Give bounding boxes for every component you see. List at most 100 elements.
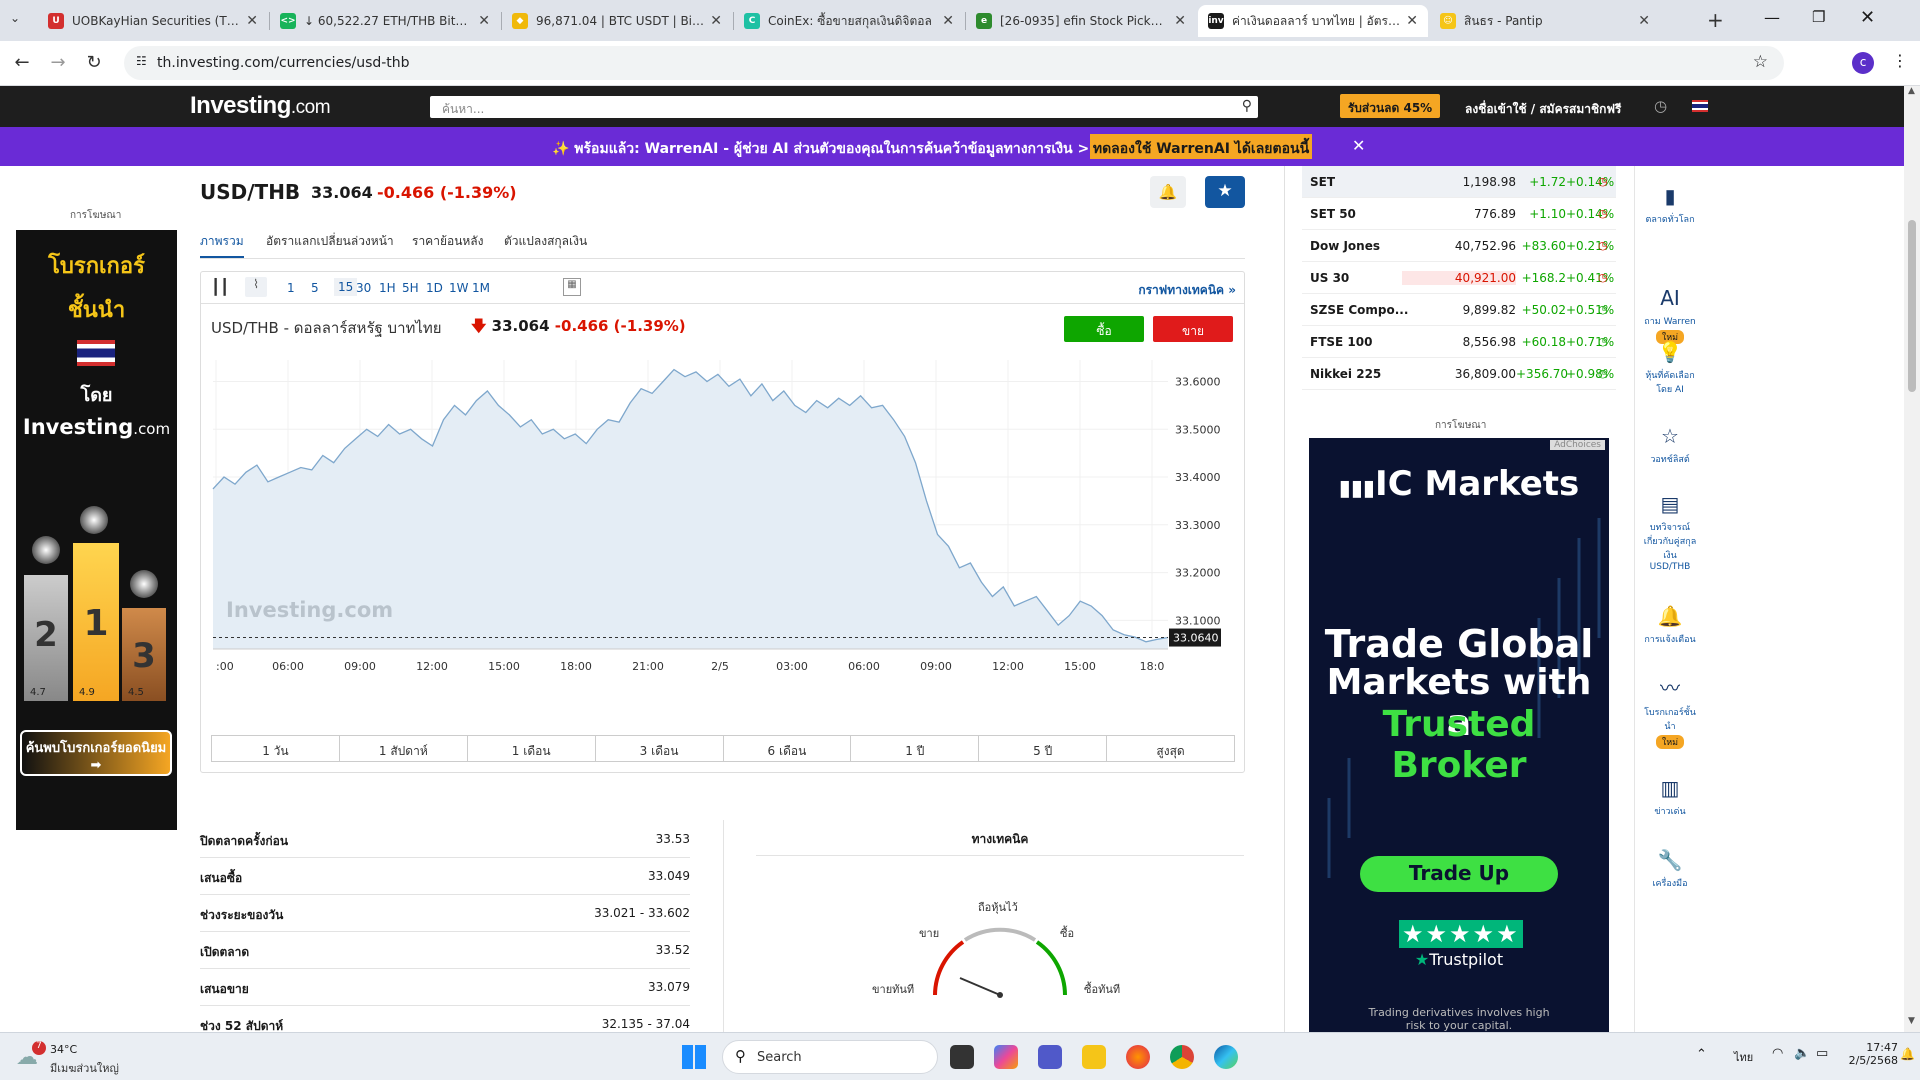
market-name[interactable]: FTSE 100 [1310, 335, 1372, 349]
url-field[interactable]: ☷ th.investing.com/currencies/usd-thb ☆ [124, 46, 1784, 80]
technical-chart-link[interactable]: กราฟทางเทคนิค » [1138, 281, 1236, 300]
sidebar-item[interactable]: ▮ ตลาดทั่วโลก [1635, 184, 1705, 226]
market-row[interactable]: SET 1,198.98 +1.72 +0.14% ◷ [1302, 166, 1616, 198]
clock[interactable]: 17:47 2/5/2568 [1822, 1041, 1898, 1067]
ad-cta-button[interactable]: ค้นพบโบรกเกอร์ยอดนิยม ➡ [20, 730, 172, 776]
reload-button[interactable]: ↻ [82, 52, 106, 73]
interval-1W[interactable]: 1W [449, 281, 469, 295]
scroll-down-arrow[interactable]: ▼ [1908, 1016, 1915, 1026]
volume-icon[interactable]: 🔈 [1794, 1046, 1810, 1061]
range-button[interactable]: 6 เดือน [724, 736, 852, 761]
sell-button[interactable]: ขาย [1153, 316, 1233, 342]
range-button[interactable]: 1 ปี [851, 736, 980, 761]
market-row[interactable]: US 30 40,921.00 +168.2 +0.41% ◷ [1302, 262, 1616, 294]
edge-icon[interactable] [1214, 1045, 1238, 1069]
tab-historical-data[interactable]: ราคาย้อนหลัง [412, 232, 484, 251]
clock-icon[interactable]: ◷ [1654, 97, 1667, 115]
range-button[interactable]: 3 เดือน [596, 736, 724, 761]
sidebar-item[interactable]: 💡 หุ้นที่คัดเลือกโดย AI [1635, 340, 1705, 396]
market-row[interactable]: SET 50 776.89 +1.10 +0.14% ◷ [1302, 198, 1616, 230]
sidebar-item[interactable]: 🔔 การแจ้งเตือน [1635, 604, 1705, 646]
search-icon[interactable]: ⚲ [1242, 98, 1252, 114]
market-name[interactable]: SET [1310, 175, 1335, 189]
windows-start-icon[interactable] [682, 1045, 706, 1069]
range-button[interactable]: 5 ปี [979, 736, 1108, 761]
market-name[interactable]: SZSE Compo... [1310, 303, 1408, 317]
range-button[interactable]: 1 เดือน [468, 736, 596, 761]
browser-tab[interactable]: <> ↓ 60,522.27 ETH/THB Bitkub.co ✕ [270, 5, 500, 37]
calendar-icon[interactable]: ▦ [563, 278, 581, 296]
sidebar-item[interactable]: ▤ บทวิจารณ์เกี่ยวกับคู่สกุลเงิน USD/THB [1635, 492, 1705, 572]
market-row[interactable]: Nikkei 225 36,809.00 +356.70 +0.98% ◷ [1302, 358, 1616, 390]
market-row[interactable]: SZSE Compo... 9,899.82 +50.02 +0.51% ◷ [1302, 294, 1616, 326]
copilot-icon[interactable] [994, 1045, 1018, 1069]
range-button[interactable]: สูงสุด [1107, 736, 1234, 761]
language-indicator[interactable]: ไทย [1734, 1048, 1753, 1066]
taskbar-search[interactable]: ⚲ Search [722, 1040, 938, 1074]
notification-bell-icon[interactable]: 🔔 [1900, 1047, 1915, 1061]
sidebar-item[interactable]: AI ถาม Warren ใหม่ [1635, 286, 1705, 344]
add-watchlist-button[interactable]: ★ [1205, 176, 1245, 208]
minimize-button[interactable]: — [1764, 8, 1780, 27]
interval-5H[interactable]: 5H [402, 281, 419, 295]
market-name[interactable]: US 30 [1310, 271, 1349, 285]
task-view-icon[interactable] [950, 1045, 974, 1069]
back-button[interactable]: ← [10, 52, 34, 73]
sidebar-item[interactable]: ▥ ข่าวเด่น [1635, 776, 1705, 818]
wifi-icon[interactable]: ◠ [1772, 1046, 1783, 1061]
interval-1[interactable]: 1 [287, 281, 295, 295]
thai-flag-icon[interactable] [1692, 100, 1708, 112]
banner-message[interactable]: ✨ พร้อมแล้ว: WarrenAI - ผู้ช่วย AI ส่วนต… [552, 138, 1113, 160]
range-button[interactable]: 1 สัปดาห์ [340, 736, 468, 761]
weather-widget[interactable]: ☁ 7 34°C มีเมฆส่วนใหญ่ [16, 1041, 126, 1075]
interval-15[interactable]: 15 [334, 278, 358, 296]
bookmark-star-icon[interactable]: ☆ [1753, 52, 1768, 72]
teams-icon[interactable] [1038, 1045, 1062, 1069]
browser-tab[interactable]: C CoinEx: ซื้อขายสกุลเงินดิจิตอล ✕ [734, 5, 964, 37]
sidebar-item[interactable]: 〰 โบรกเกอร์ชั้นนำ ใหม่ [1635, 672, 1705, 749]
trade-up-button[interactable]: Trade Up [1360, 856, 1558, 892]
buy-button[interactable]: ซื้อ [1064, 316, 1144, 342]
left-broker-ad[interactable]: โบรกเกอร์ ชั้นนำ โดย Investing.com 2 4.7… [16, 230, 177, 830]
investing-logo[interactable]: Investing.com [190, 92, 331, 120]
site-info-icon[interactable]: ☷ [136, 54, 147, 68]
interval-1M[interactable]: 1M [472, 281, 490, 295]
chrome-icon[interactable] [1170, 1045, 1194, 1069]
market-name[interactable]: Dow Jones [1310, 239, 1380, 253]
add-alert-button[interactable]: 🔔 [1150, 176, 1186, 208]
browser-tab[interactable]: e [26-0935] efin Stock PickUp - St ✕ [966, 5, 1196, 37]
price-chart[interactable]: 33.6000 33.5000 33.4000 33.3000 33.2000 33.10… [201, 352, 1244, 732]
profile-avatar[interactable]: c [1852, 52, 1874, 74]
close-window-button[interactable]: ✕ [1860, 7, 1875, 28]
close-tab-icon[interactable]: ✕ [1174, 13, 1186, 29]
firefox-icon[interactable] [1126, 1045, 1150, 1069]
discount-promo-button[interactable]: รับส่วนลด 45% [1340, 94, 1440, 118]
login-signup-link[interactable]: ลงชื่อเข้าใช้ / สมัครสมาชิกฟรี [1465, 100, 1621, 119]
tab-currency-converter[interactable]: ตัวแปลงสกุลเงิน [504, 232, 587, 251]
browser-tab[interactable]: ◆ 96,871.04 | BTC USDT | Bitcoin t ✕ [502, 5, 732, 37]
browser-tab[interactable]: inv ค่าเงินดอลลาร์ บาทไทย | อัตราแลกเปลี่… [1198, 5, 1428, 37]
interval-1H[interactable]: 1H [379, 281, 396, 295]
browser-tab[interactable]: U UOBKayHian Securities (Thailan ✕ [38, 5, 268, 37]
close-tab-icon[interactable]: ✕ [478, 13, 490, 29]
market-row[interactable]: FTSE 100 8,556.98 +60.18 +0.71% ◷ [1302, 326, 1616, 358]
market-name[interactable]: Nikkei 225 [1310, 367, 1381, 381]
site-search-input[interactable]: ค้นหา... ⚲ [430, 96, 1258, 118]
close-tab-icon[interactable]: ✕ [1638, 13, 1650, 29]
scroll-up-arrow[interactable]: ▲ [1908, 86, 1915, 96]
range-button[interactable]: 1 วัน [212, 736, 340, 761]
close-icon[interactable]: ✕ [1352, 136, 1365, 155]
new-tab-button[interactable]: + [1707, 8, 1724, 32]
tab-list-button[interactable]: ⌄ [10, 11, 20, 25]
restore-button[interactable]: ❐ [1812, 8, 1825, 26]
browser-tab[interactable]: ☺ สินธร - Pantip ✕ [1430, 5, 1660, 37]
browser-menu-icon[interactable]: ⋮ [1892, 51, 1908, 70]
adchoices-label[interactable]: AdChoices [1550, 440, 1605, 450]
interval-1D[interactable]: 1D [426, 281, 443, 295]
interval-5[interactable]: 5 [311, 281, 319, 295]
sidebar-item[interactable]: 🔧 เครื่องมือ [1635, 848, 1705, 890]
sidebar-item[interactable]: ☆ วอทช์ลิสต์ [1635, 424, 1705, 466]
area-chart-icon[interactable]: ⌇ [245, 277, 267, 297]
tab-forward-rates[interactable]: อัตราแลกเปลี่ยนล่วงหน้า [266, 232, 394, 251]
close-tab-icon[interactable]: ✕ [1406, 13, 1418, 29]
